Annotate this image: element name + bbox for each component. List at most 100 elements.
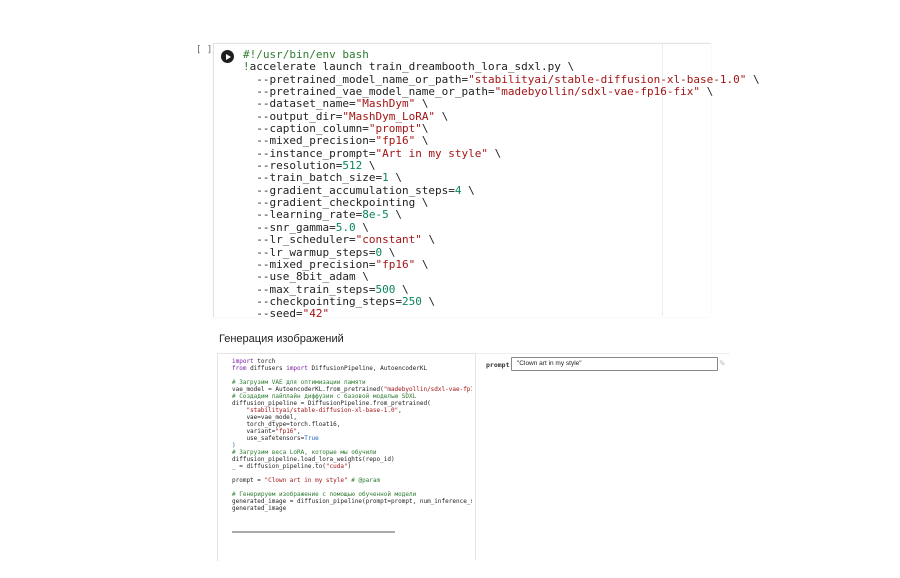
code-token: --pretrained_vae_model_name_or_path=	[243, 85, 495, 99]
code-token: "stabilityai/stable-diffusion-xl-base-1.…	[468, 72, 747, 86]
code-line: diffusion_pipeline.load_lora_weights(rep…	[232, 456, 472, 463]
code-token: \	[699, 85, 714, 99]
code-token: accelerate launch train_dreambooth_lora_…	[249, 60, 575, 74]
pencil-icon[interactable]: ✎	[719, 359, 726, 368]
code-line: ​	[232, 372, 472, 379]
code-token: torch	[253, 358, 276, 365]
code-line: ​	[232, 470, 472, 477]
code-token: --gradient_checkpointing \	[243, 196, 429, 210]
code-token: --resolution=	[243, 159, 343, 173]
code-token: \	[421, 294, 436, 308]
code-token: --max_train_steps=	[243, 282, 376, 296]
code-line: generated_image	[232, 505, 472, 512]
code-token: diffusion_pipeline.load_lora_weights(rep…	[232, 456, 395, 463]
code-token: prompt =	[232, 477, 265, 484]
code-token: --train_batch_size=	[243, 171, 383, 185]
code-token: 8e-5	[362, 208, 389, 222]
code-token: \	[382, 245, 396, 259]
code-token: # Загрузим веса LoRA, которые мы обучили	[232, 449, 377, 456]
code-token: )	[232, 442, 236, 449]
code-line: )	[232, 442, 472, 449]
code-token: \	[388, 208, 402, 222]
code-token: 512	[342, 159, 363, 173]
code-token: \	[415, 257, 429, 271]
code-token: "MashDym_LoRA"	[342, 109, 436, 123]
code-line: torch_dtype=torch.float16,	[232, 421, 472, 428]
prompt-input[interactable]: "Clown art in my style"	[511, 357, 718, 371]
code-token: import	[286, 365, 308, 372]
form-divider	[475, 353, 476, 560]
code-token: use_safetensors=	[232, 435, 305, 442]
code-line: --seed="42"	[243, 308, 760, 320]
code-token: "MashDym"	[355, 97, 416, 111]
code-token: 1	[382, 171, 389, 185]
code-line: # Создадим пайплайн диффузии с базовой м…	[232, 393, 472, 400]
code-token: --output_dir=	[243, 109, 343, 123]
code-token: vae_model = AutoencoderKL.from_pretraine…	[232, 386, 384, 393]
code-token: --learning_rate=	[243, 208, 363, 222]
code-token: --mixed_precision=	[243, 134, 376, 148]
code-editor-training[interactable]: #!/usr/bin/env bash !accelerate launch tr…	[243, 48, 760, 321]
code-token: "Art in my style"	[375, 146, 489, 160]
code-token: 5.0	[335, 220, 356, 234]
code-token: "fp16"	[375, 257, 416, 271]
code-token: "constant"	[355, 233, 422, 247]
code-token: from	[232, 365, 247, 372]
form-top-border	[476, 353, 730, 354]
code-token: --checkpointing_steps=	[243, 294, 402, 308]
code-token: --lr_warmup_steps=	[243, 245, 376, 259]
code-token: "fp16"	[275, 428, 298, 435]
horizontal-scrollbar[interactable]	[232, 531, 395, 533]
code-token: "cuda"	[325, 463, 348, 470]
run-cell-button[interactable]	[221, 50, 234, 63]
code-token: --gradient_accumulation_steps=	[243, 183, 455, 197]
code-token: \	[421, 233, 436, 247]
code-token: \	[461, 183, 475, 197]
code-editor-generation[interactable]: import torch from diffusers import Diffus…	[232, 358, 472, 512]
code-line: "stabilityai/stable-diffusion-xl-base-1.…	[232, 407, 472, 414]
section-heading: Генерация изображений	[219, 333, 344, 345]
code-line: import torch	[232, 358, 472, 365]
code-line: _ = diffusion_pipeline.to("cuda")	[232, 463, 472, 470]
code-token: variant=	[232, 428, 276, 435]
code-token: "madebyollin/sdxl-vae-fp16-fix"	[383, 386, 472, 393]
code-token: "prompt"	[368, 122, 422, 136]
code-token: vae=vae_model,	[232, 414, 298, 421]
code-token: ,	[297, 428, 301, 435]
code-token: _ = diffusion_pipeline.to(	[232, 463, 326, 470]
code-token: !	[243, 60, 250, 74]
code-token: --dataset_name=	[243, 97, 356, 111]
code-token: "madebyollin/sdxl-vae-fp16-fix"	[494, 85, 700, 99]
code-token: --lr_scheduler=	[243, 233, 356, 247]
code-token: generated_image	[232, 505, 287, 512]
code-line: diffusion_pipeline = DiffusionPipeline.f…	[232, 400, 472, 407]
execution-count: [ ]	[196, 45, 213, 55]
code-token: \	[421, 122, 429, 136]
code-line: prompt = "Clown art in my style" # @para…	[232, 477, 472, 484]
code-token: --caption_column=	[243, 122, 369, 136]
code-line: # Загрузим VAE для оптимизации памяти	[232, 379, 472, 386]
code-token: DiffusionPipeline, AutoencoderKL	[307, 365, 428, 372]
code-line: from diffusers import DiffusionPipeline,…	[232, 365, 472, 372]
code-token: \	[355, 220, 369, 234]
code-token: 250	[401, 294, 422, 308]
code-token: \	[415, 97, 429, 111]
code-token: \	[395, 282, 409, 296]
code-token: # Загрузим VAE для оптимизации памяти	[232, 379, 366, 386]
code-token: diffusion_pipeline = DiffusionPipeline.f…	[232, 400, 431, 407]
code-line: ​	[232, 484, 472, 491]
code-token: 500	[375, 282, 396, 296]
code-line: use_safetensors=True	[232, 435, 472, 442]
code-token: 4	[454, 183, 462, 197]
code-token: torch_dtype=torch.float16,	[232, 421, 341, 428]
code-token: --mixed_precision=	[243, 257, 376, 271]
code-token: \	[488, 146, 502, 160]
code-token: \	[415, 134, 429, 148]
code-token: --snr_gamma=	[243, 220, 336, 234]
code-token: # Создадим пайплайн диффузии с базовой м…	[232, 393, 417, 400]
code-line: vae=vae_model,	[232, 414, 472, 421]
code-token: diffusers	[246, 365, 287, 372]
code-token: --seed=	[243, 307, 303, 321]
code-token: import	[232, 358, 254, 365]
